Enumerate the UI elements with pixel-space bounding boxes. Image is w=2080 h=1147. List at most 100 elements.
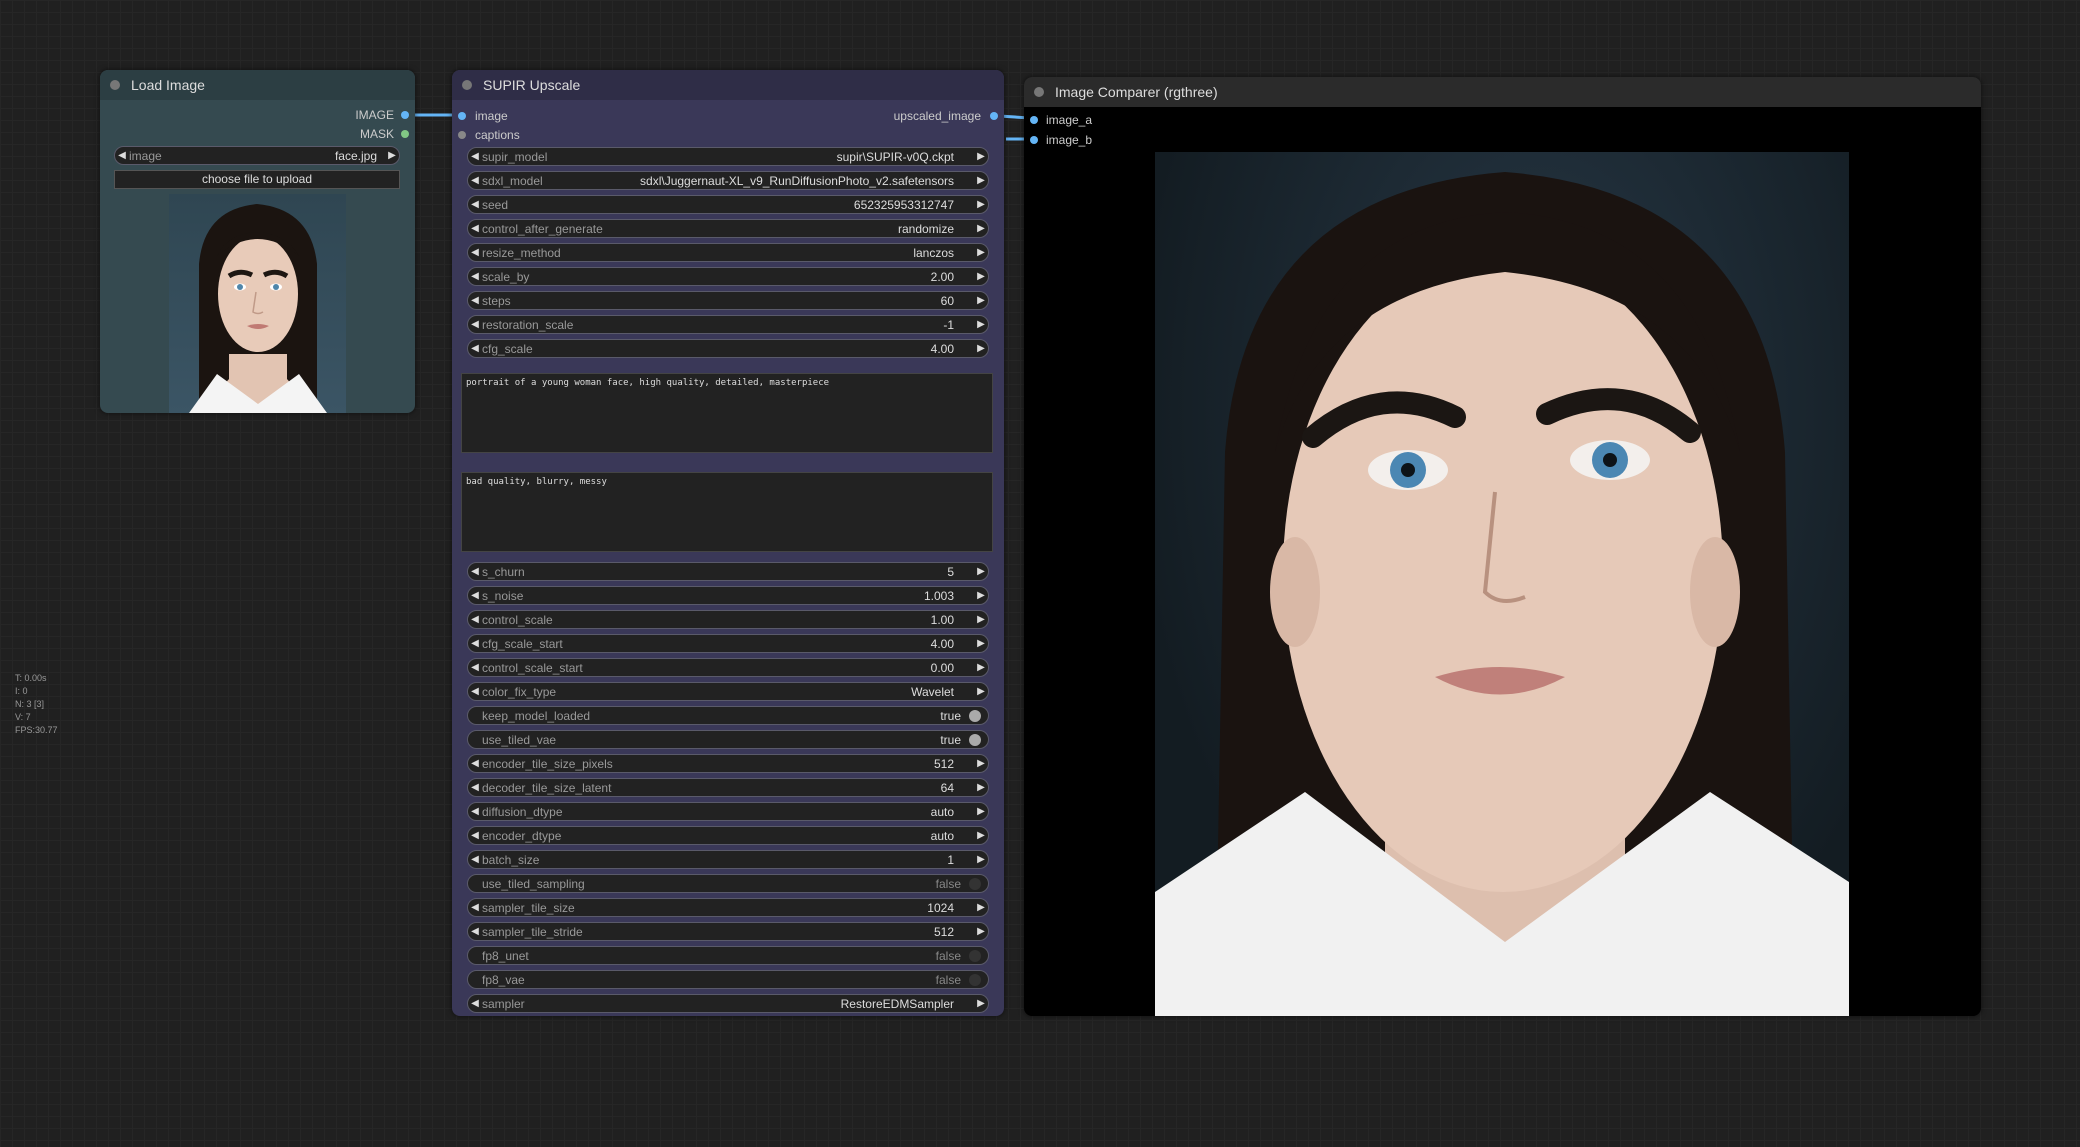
widget-use-tiled-vae[interactable]: use_tiled_vae true bbox=[467, 730, 989, 749]
input-dot-icon[interactable] bbox=[1030, 136, 1038, 144]
output-image-slot[interactable]: IMAGE bbox=[355, 106, 409, 124]
arrow-right-icon[interactable]: ▶ bbox=[974, 590, 988, 601]
arrow-right-icon[interactable]: ▶ bbox=[974, 175, 988, 186]
widget-s-churn[interactable]: ◀ s_churn 5 ▶ bbox=[467, 562, 989, 581]
widget-s-noise[interactable]: ◀ s_noise 1.003 ▶ bbox=[467, 586, 989, 605]
arrow-left-icon[interactable]: ◀ bbox=[468, 566, 482, 577]
widget-supir-model[interactable]: ◀ supir_model supir\SUPIR-v0Q.ckpt ▶ bbox=[467, 147, 989, 166]
widget-cfg-scale-start[interactable]: ◀ cfg_scale_start 4.00 ▶ bbox=[467, 634, 989, 653]
arrow-right-icon[interactable]: ▶ bbox=[974, 614, 988, 625]
negative-prompt-textarea[interactable]: bad quality, blurry, messy bbox=[461, 472, 993, 552]
arrow-left-icon[interactable]: ◀ bbox=[115, 150, 129, 161]
widget-diffusion-dtype[interactable]: ◀ diffusion_dtype auto ▶ bbox=[467, 802, 989, 821]
widget-control-scale-start[interactable]: ◀ control_scale_start 0.00 ▶ bbox=[467, 658, 989, 677]
widget-sampler-tile-size[interactable]: ◀ sampler_tile_size 1024 ▶ bbox=[467, 898, 989, 917]
arrow-left-icon[interactable]: ◀ bbox=[468, 830, 482, 841]
widget-seed[interactable]: ◀ seed 652325953312747 ▶ bbox=[467, 195, 989, 214]
arrow-left-icon[interactable]: ◀ bbox=[468, 638, 482, 649]
arrow-left-icon[interactable]: ◀ bbox=[468, 686, 482, 697]
toggle-icon[interactable] bbox=[969, 877, 981, 890]
input-dot-icon[interactable] bbox=[458, 112, 466, 120]
arrow-left-icon[interactable]: ◀ bbox=[468, 902, 482, 913]
arrow-right-icon[interactable]: ▶ bbox=[974, 151, 988, 162]
upload-button[interactable]: choose file to upload bbox=[114, 170, 400, 189]
supir-upscale-node[interactable]: SUPIR Upscale image captions upscaled_im… bbox=[452, 70, 1004, 1016]
widget-batch-size[interactable]: ◀ batch_size 1 ▶ bbox=[467, 850, 989, 869]
input-captions-slot[interactable]: captions bbox=[458, 126, 520, 144]
arrow-right-icon[interactable]: ▶ bbox=[974, 662, 988, 673]
arrow-left-icon[interactable]: ◀ bbox=[468, 319, 482, 330]
arrow-left-icon[interactable]: ◀ bbox=[468, 854, 482, 865]
node-title-bar[interactable]: Image Comparer (rgthree) bbox=[1024, 77, 1981, 107]
widget-decoder-tile-size-latent[interactable]: ◀ decoder_tile_size_latent 64 ▶ bbox=[467, 778, 989, 797]
arrow-right-icon[interactable]: ▶ bbox=[974, 223, 988, 234]
widget-sdxl-model[interactable]: ◀ sdxl_model sdxl\Juggernaut-XL_v9_RunDiff… bbox=[467, 171, 989, 190]
arrow-left-icon[interactable]: ◀ bbox=[468, 662, 482, 673]
widget-cfg-scale[interactable]: ◀ cfg_scale 4.00 ▶ bbox=[467, 339, 989, 358]
arrow-right-icon[interactable]: ▶ bbox=[974, 319, 988, 330]
output-mask-slot[interactable]: MASK bbox=[360, 125, 409, 143]
arrow-left-icon[interactable]: ◀ bbox=[468, 199, 482, 210]
widget-restoration-scale[interactable]: ◀ restoration_scale -1 ▶ bbox=[467, 315, 989, 334]
input-image-a-slot[interactable]: image_a bbox=[1030, 111, 1092, 129]
widget-control-scale[interactable]: ◀ control_scale 1.00 ▶ bbox=[467, 610, 989, 629]
arrow-left-icon[interactable]: ◀ bbox=[468, 151, 482, 162]
arrow-right-icon[interactable]: ▶ bbox=[974, 295, 988, 306]
arrow-right-icon[interactable]: ▶ bbox=[974, 806, 988, 817]
image-comparer-node[interactable]: Image Comparer (rgthree) image_a image_b bbox=[1024, 77, 1981, 1016]
arrow-right-icon[interactable]: ▶ bbox=[974, 686, 988, 697]
output-dot-icon[interactable] bbox=[401, 111, 409, 119]
widget-sampler-tile-stride[interactable]: ◀ sampler_tile_stride 512 ▶ bbox=[467, 922, 989, 941]
collapse-dot-icon[interactable] bbox=[1034, 87, 1044, 97]
arrow-left-icon[interactable]: ◀ bbox=[468, 998, 482, 1009]
arrow-left-icon[interactable]: ◀ bbox=[468, 590, 482, 601]
input-image-b-slot[interactable]: image_b bbox=[1030, 131, 1092, 149]
arrow-right-icon[interactable]: ▶ bbox=[974, 638, 988, 649]
node-title-bar[interactable]: Load Image bbox=[100, 70, 415, 100]
arrow-right-icon[interactable]: ▶ bbox=[974, 566, 988, 577]
widget-encoder-dtype[interactable]: ◀ encoder_dtype auto ▶ bbox=[467, 826, 989, 845]
positive-prompt-textarea[interactable]: portrait of a young woman face, high qua… bbox=[461, 373, 993, 453]
arrow-left-icon[interactable]: ◀ bbox=[468, 926, 482, 937]
arrow-right-icon[interactable]: ▶ bbox=[974, 830, 988, 841]
input-dot-icon[interactable] bbox=[458, 131, 466, 139]
widget-color-fix-type[interactable]: ◀ color_fix_type Wavelet ▶ bbox=[467, 682, 989, 701]
load-image-node[interactable]: Load Image IMAGE MASK ◀ image face.jpg ▶… bbox=[100, 70, 415, 413]
widget-use-tiled-sampling[interactable]: use_tiled_sampling false bbox=[467, 874, 989, 893]
widget-control-after-generate[interactable]: ◀ control_after_generate randomize ▶ bbox=[467, 219, 989, 238]
arrow-right-icon[interactable]: ▶ bbox=[974, 998, 988, 1009]
arrow-right-icon[interactable]: ▶ bbox=[974, 271, 988, 282]
arrow-right-icon[interactable]: ▶ bbox=[974, 758, 988, 769]
arrow-left-icon[interactable]: ◀ bbox=[468, 247, 482, 258]
arrow-left-icon[interactable]: ◀ bbox=[468, 271, 482, 282]
arrow-right-icon[interactable]: ▶ bbox=[974, 343, 988, 354]
arrow-left-icon[interactable]: ◀ bbox=[468, 758, 482, 769]
input-image-slot[interactable]: image bbox=[458, 107, 508, 125]
arrow-left-icon[interactable]: ◀ bbox=[468, 343, 482, 354]
arrow-right-icon[interactable]: ▶ bbox=[974, 247, 988, 258]
arrow-left-icon[interactable]: ◀ bbox=[468, 223, 482, 234]
toggle-icon[interactable] bbox=[969, 709, 981, 722]
toggle-icon[interactable] bbox=[969, 733, 981, 746]
collapse-dot-icon[interactable] bbox=[110, 80, 120, 90]
output-dot-icon[interactable] bbox=[401, 130, 409, 138]
arrow-left-icon[interactable]: ◀ bbox=[468, 782, 482, 793]
arrow-right-icon[interactable]: ▶ bbox=[974, 854, 988, 865]
toggle-icon[interactable] bbox=[969, 973, 981, 986]
output-upscaled-slot[interactable]: upscaled_image bbox=[894, 107, 998, 125]
widget-fp8-vae[interactable]: fp8_vae false bbox=[467, 970, 989, 989]
arrow-right-icon[interactable]: ▶ bbox=[974, 782, 988, 793]
input-dot-icon[interactable] bbox=[1030, 116, 1038, 124]
toggle-icon[interactable] bbox=[969, 949, 981, 962]
comparison-image[interactable] bbox=[1155, 152, 1849, 1016]
arrow-right-icon[interactable]: ▶ bbox=[974, 902, 988, 913]
arrow-right-icon[interactable]: ▶ bbox=[385, 150, 399, 161]
collapse-dot-icon[interactable] bbox=[462, 80, 472, 90]
image-combo-widget[interactable]: ◀ image face.jpg ▶ bbox=[114, 146, 400, 165]
arrow-left-icon[interactable]: ◀ bbox=[468, 295, 482, 306]
widget-scale-by[interactable]: ◀ scale_by 2.00 ▶ bbox=[467, 267, 989, 286]
arrow-right-icon[interactable]: ▶ bbox=[974, 199, 988, 210]
output-dot-icon[interactable] bbox=[990, 112, 998, 120]
node-title-bar[interactable]: SUPIR Upscale bbox=[452, 70, 1004, 100]
arrow-left-icon[interactable]: ◀ bbox=[468, 175, 482, 186]
